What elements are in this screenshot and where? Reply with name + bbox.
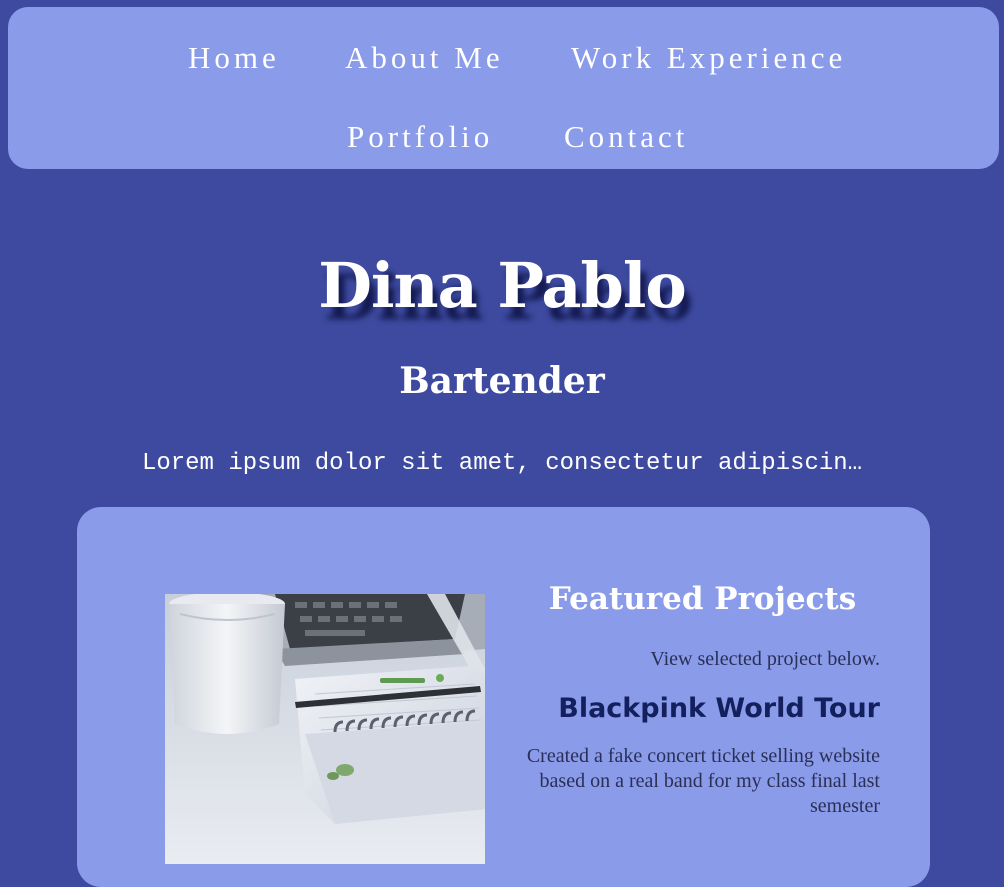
profile-name: Dina Pablo [318,248,687,322]
featured-projects-title: Featured Projects [548,581,857,617]
nav-link-portfolio[interactable]: Portfolio [347,121,493,152]
nav-link-work-experience[interactable]: Work Experience [571,42,846,73]
featured-projects-column: Featured Projects View selected project … [525,579,880,819]
profile-bio: Lorem ipsum dolor sit amet, consectetur … [141,450,863,477]
nav-link-about-me[interactable]: About Me [345,42,504,73]
top-navigation: Home About Me Work Experience Portfolio … [8,7,999,169]
project-title[interactable]: Blackpink World Tour [525,691,880,726]
featured-projects-subtitle: View selected project below. [650,648,880,671]
profile-role: Bartender [399,359,605,402]
project-photo [165,594,485,864]
desk-photo-illustration [165,594,485,864]
featured-projects-card: Featured Projects View selected project … [77,507,930,887]
project-description: Created a fake concert ticket selling we… [526,745,880,818]
nav-link-contact[interactable]: Contact [564,121,688,152]
nav-link-home[interactable]: Home [188,42,280,73]
